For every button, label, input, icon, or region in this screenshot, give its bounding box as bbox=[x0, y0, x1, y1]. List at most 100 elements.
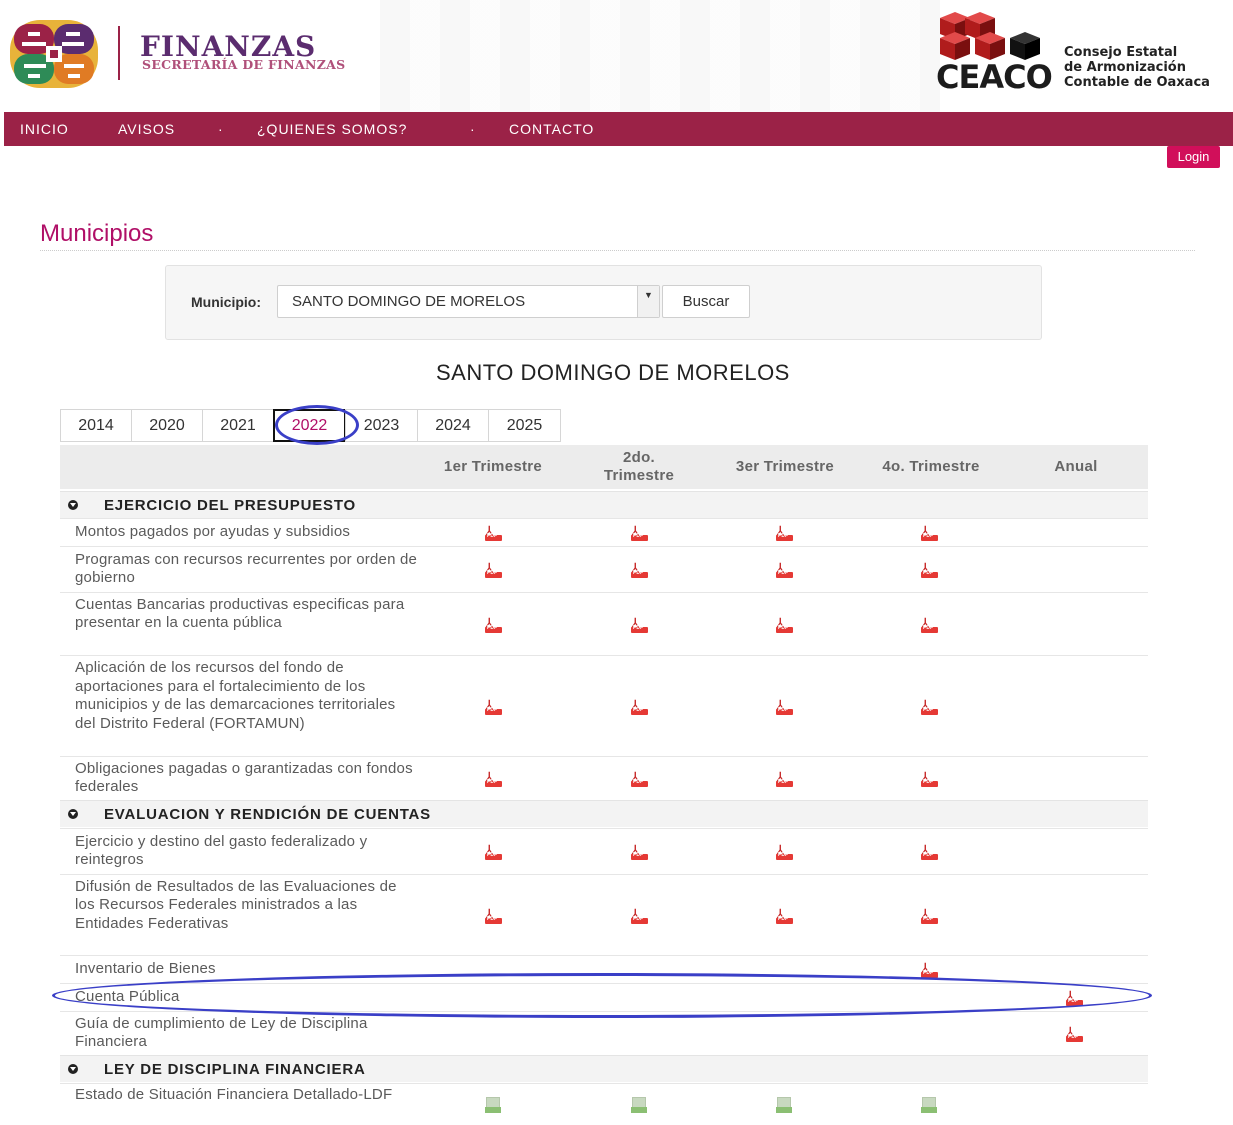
tab-year-2025[interactable]: 2025 bbox=[488, 409, 561, 442]
collapse-icon[interactable] bbox=[68, 809, 78, 819]
finanzas-subtitle: SECRETARÍA DE FINANZAS bbox=[142, 57, 346, 72]
pdf-file-icon[interactable]: ⅄ PDF bbox=[485, 524, 503, 543]
municipio-select[interactable]: SANTO DOMINGO DE MORELOS ▼ bbox=[277, 285, 660, 318]
section-header[interactable]: LEY DE DISCIPLINA FINANCIERA bbox=[60, 1055, 1148, 1082]
excel-file-icon[interactable] bbox=[631, 1097, 649, 1115]
table-header: 1er Trimestre 2do. Trimestre 3er Trimest… bbox=[60, 445, 1148, 489]
column-header-anual: Anual bbox=[1054, 458, 1098, 475]
row-label: Ejercicio y destino del gasto federaliza… bbox=[75, 832, 368, 869]
nav-inicio[interactable]: INICIO bbox=[20, 121, 69, 137]
nav-avisos[interactable]: AVISOS bbox=[118, 121, 175, 137]
pdf-file-icon[interactable]: ⅄ PDF bbox=[485, 616, 503, 635]
excel-glyph bbox=[631, 1097, 647, 1113]
pdf-glyph: ⅄ PDF bbox=[631, 907, 648, 925]
pdf-file-icon[interactable]: ⅄ PDF bbox=[485, 770, 503, 789]
tab-year-2014[interactable]: 2014 bbox=[60, 409, 132, 442]
ceaco-desc-line-3: Contable de Oaxaca bbox=[1064, 75, 1210, 90]
pdf-file-icon[interactable]: ⅄ PDF bbox=[485, 843, 503, 862]
pdf-glyph: ⅄ PDF bbox=[485, 616, 502, 634]
pdf-file-icon[interactable]: ⅄ PDF bbox=[776, 907, 794, 926]
excel-file-icon[interactable] bbox=[921, 1097, 939, 1115]
pdf-glyph: ⅄ PDF bbox=[485, 698, 502, 716]
pdf-glyph: ⅄ PDF bbox=[921, 698, 938, 716]
pdf-file-icon[interactable]: ⅄ PDF bbox=[921, 561, 939, 580]
nav-contacto[interactable]: CONTACTO bbox=[509, 121, 594, 137]
pdf-glyph: ⅄ PDF bbox=[921, 843, 938, 861]
pdf-file-icon[interactable]: ⅄ PDF bbox=[485, 698, 503, 717]
ceaco-desc-line-2: de Armonización bbox=[1064, 60, 1186, 75]
section-title: EVALUACION Y RENDICIÓN DE CUENTAS bbox=[104, 806, 431, 823]
collapse-icon[interactable] bbox=[68, 500, 78, 510]
pdf-file-icon[interactable]: ⅄ PDF bbox=[776, 561, 794, 580]
pdf-file-icon[interactable]: ⅄ PDF bbox=[631, 907, 649, 926]
pdf-glyph: ⅄ PDF bbox=[485, 843, 502, 861]
page-title: Municipios bbox=[40, 220, 154, 247]
pdf-file-icon[interactable]: ⅄ PDF bbox=[631, 561, 649, 580]
tab-year-2021[interactable]: 2021 bbox=[202, 409, 274, 442]
tab-year-2024[interactable]: 2024 bbox=[417, 409, 489, 442]
table-row: Difusión de Resultados de las Evaluacion… bbox=[60, 874, 1148, 955]
pdf-glyph: ⅄ PDF bbox=[776, 561, 793, 579]
ceaco-name: CEACO bbox=[936, 58, 1053, 96]
pdf-file-icon[interactable]: ⅄ PDF bbox=[631, 616, 649, 635]
pdf-file-icon[interactable]: ⅄ PDF bbox=[776, 698, 794, 717]
buscar-button[interactable]: Buscar bbox=[662, 285, 750, 318]
excel-glyph bbox=[776, 1097, 792, 1113]
pdf-glyph: ⅄ PDF bbox=[921, 907, 938, 925]
table-row: Aplicación de los recursos del fondo de … bbox=[60, 655, 1148, 756]
ceaco-cubes-icon[interactable] bbox=[930, 10, 1060, 65]
pdf-file-icon[interactable]: ⅄ PDF bbox=[485, 561, 503, 580]
chevron-down-icon[interactable]: ▼ bbox=[637, 286, 659, 317]
pdf-file-icon[interactable]: ⅄ PDF bbox=[776, 524, 794, 543]
municipality-heading: SANTO DOMINGO DE MORELOS bbox=[436, 360, 790, 385]
pdf-glyph: ⅄ PDF bbox=[921, 616, 938, 634]
excel-file-icon[interactable] bbox=[776, 1097, 794, 1115]
table-row: Estado de Situación Financiera Detallado… bbox=[60, 1083, 1148, 1125]
table-row: Obligaciones pagadas o garantizadas con … bbox=[60, 756, 1148, 800]
pdf-glyph: ⅄ PDF bbox=[776, 698, 793, 716]
pdf-glyph: ⅄ PDF bbox=[1066, 1025, 1083, 1043]
pdf-glyph: ⅄ PDF bbox=[776, 907, 793, 925]
pdf-file-icon[interactable]: ⅄ PDF bbox=[631, 698, 649, 717]
finanzas-logo-icon[interactable] bbox=[8, 16, 100, 92]
pdf-glyph: ⅄ PDF bbox=[485, 770, 502, 788]
pdf-file-icon[interactable]: ⅄ PDF bbox=[921, 770, 939, 789]
column-header-concept bbox=[60, 445, 420, 489]
pdf-glyph: ⅄ PDF bbox=[485, 561, 502, 579]
section-header[interactable]: EJERCICIO DEL PRESUPUESTO bbox=[60, 491, 1148, 518]
nav-separator: · bbox=[218, 121, 224, 137]
pdf-glyph: ⅄ PDF bbox=[485, 907, 502, 925]
pdf-file-icon[interactable]: ⅄ PDF bbox=[921, 698, 939, 717]
table-row: Montos pagados por ayudas y subsidios ⅄ PD… bbox=[60, 518, 1148, 546]
table-row: Cuentas Bancarias productivas especifica… bbox=[60, 592, 1148, 655]
section-header[interactable]: EVALUACION Y RENDICIÓN DE CUENTAS bbox=[60, 800, 1148, 827]
pdf-glyph: ⅄ PDF bbox=[631, 524, 648, 542]
pdf-file-icon[interactable]: ⅄ PDF bbox=[631, 770, 649, 789]
pdf-file-icon[interactable]: ⅄ PDF bbox=[921, 907, 939, 926]
pdf-file-icon[interactable]: ⅄ PDF bbox=[631, 843, 649, 862]
pdf-file-icon[interactable]: ⅄ PDF bbox=[776, 843, 794, 862]
municipio-select-value: SANTO DOMINGO DE MORELOS bbox=[292, 293, 526, 310]
tab-year-2020[interactable]: 2020 bbox=[131, 409, 203, 442]
pdf-glyph: ⅄ PDF bbox=[631, 561, 648, 579]
municipio-label: Municipio: bbox=[191, 294, 261, 310]
pdf-file-icon[interactable]: ⅄ PDF bbox=[1066, 1025, 1084, 1044]
excel-glyph bbox=[485, 1097, 501, 1113]
pdf-file-icon[interactable]: ⅄ PDF bbox=[921, 843, 939, 862]
collapse-icon[interactable] bbox=[68, 1064, 78, 1074]
login-button[interactable]: Login bbox=[1167, 146, 1220, 168]
pdf-file-icon[interactable]: ⅄ PDF bbox=[921, 524, 939, 543]
pdf-glyph: ⅄ PDF bbox=[485, 524, 502, 542]
column-header-q3: 3er Trimestre bbox=[735, 458, 835, 475]
pdf-file-icon[interactable]: ⅄ PDF bbox=[631, 524, 649, 543]
pdf-file-icon[interactable]: ⅄ PDF bbox=[776, 770, 794, 789]
ceaco-desc-line-1: Consejo Estatal bbox=[1064, 45, 1178, 60]
nav-separator: · bbox=[470, 121, 476, 137]
pdf-glyph: ⅄ PDF bbox=[776, 770, 793, 788]
excel-file-icon[interactable] bbox=[485, 1097, 503, 1115]
row-label: Programas con recursos recurrentes por o… bbox=[75, 550, 418, 587]
pdf-file-icon[interactable]: ⅄ PDF bbox=[776, 616, 794, 635]
nav-quienes-somos[interactable]: ¿QUIENES SOMOS? bbox=[257, 121, 407, 137]
pdf-file-icon[interactable]: ⅄ PDF bbox=[921, 616, 939, 635]
pdf-file-icon[interactable]: ⅄ PDF bbox=[485, 907, 503, 926]
